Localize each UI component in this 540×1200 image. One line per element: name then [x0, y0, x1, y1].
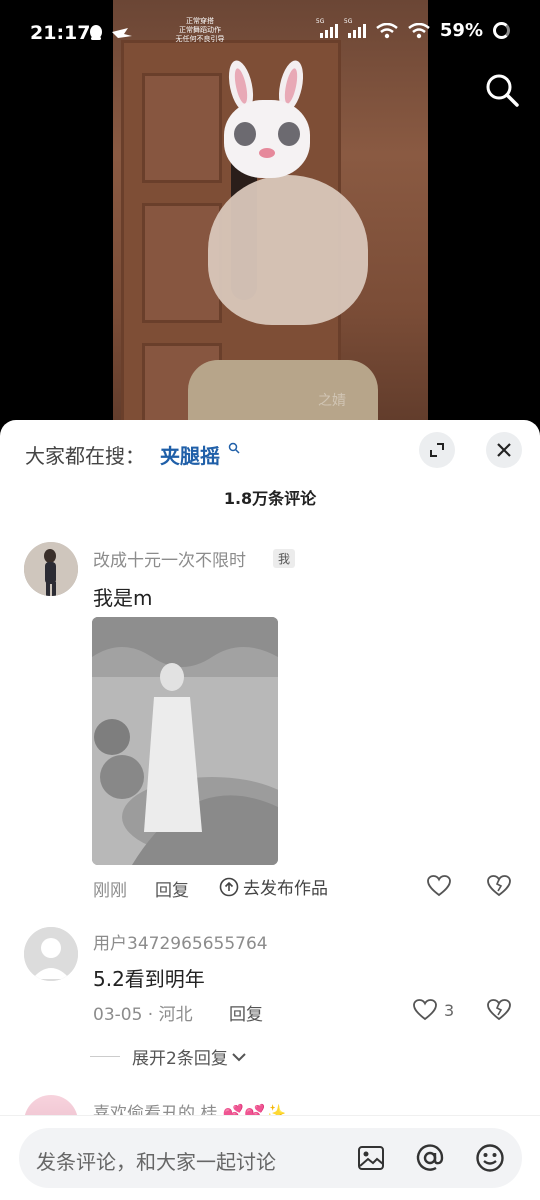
video-watermark: 之婧 — [318, 393, 346, 409]
bunny-mask-sticker — [220, 58, 314, 180]
emoji-smile-icon — [476, 1144, 504, 1172]
heart-icon — [427, 875, 451, 897]
comment-item: 用户3472965655764 5.2看到明年 03-05 · 河北 回复 3 … — [0, 927, 540, 1077]
comment-input[interactable]: 发条评论，和大家一起讨论 — [19, 1128, 522, 1188]
comment-text: 5.2看到明年 — [93, 967, 205, 991]
like-button[interactable]: 3 — [412, 998, 454, 1022]
qq-notification-icon — [90, 25, 132, 40]
panel-header: 大家都在搜： 夹腿摇 — [0, 420, 540, 482]
expand-replies-button[interactable]: 展开2条回复 — [90, 1044, 246, 1069]
comment-item: 改成十元一次不限时 我 我是m 刚刚 回复 去发布作品 — [0, 542, 540, 912]
chevron-down-icon — [232, 1052, 246, 1061]
search-term-icon — [228, 442, 240, 457]
close-icon — [497, 443, 511, 457]
comment-input-placeholder: 发条评论，和大家一起讨论 — [36, 1150, 276, 1174]
comment-username[interactable]: 改成十元一次不限时 — [93, 546, 246, 571]
publish-work-button[interactable]: 去发布作品 — [219, 874, 328, 899]
search-icon — [486, 74, 519, 107]
dislike-button[interactable] — [486, 998, 512, 1026]
reply-button[interactable]: 回复 — [155, 876, 189, 901]
video-frame: 之婧 — [113, 0, 428, 440]
wifi-1-icon — [376, 22, 398, 38]
like-count: 3 — [444, 1000, 455, 1020]
broken-heart-icon — [487, 875, 511, 897]
comment-image[interactable] — [92, 617, 278, 865]
image-picker-button[interactable] — [355, 1142, 387, 1174]
comment-count: 1.8万条评论 — [223, 489, 317, 508]
expand-panel-button[interactable] — [419, 432, 455, 468]
comments-panel: 大家都在搜： 夹腿摇 1.8万条评论 改成十元一次不限时 我 我是m 刚刚 回复… — [0, 420, 540, 1200]
like-button[interactable] — [426, 874, 452, 898]
trending-search-term[interactable]: 夹腿摇 — [160, 440, 220, 469]
upload-circle-icon — [219, 877, 239, 896]
close-panel-button[interactable] — [486, 432, 522, 468]
expand-icon — [430, 443, 444, 457]
signal-2-icon: 5G — [344, 18, 366, 38]
dislike-button[interactable] — [486, 874, 512, 902]
image-icon — [358, 1146, 384, 1170]
status-right: 5G 5G 59% — [316, 18, 510, 41]
emoji-button[interactable] — [474, 1142, 506, 1174]
avatar[interactable] — [24, 927, 78, 981]
wifi-2-icon — [408, 22, 430, 38]
at-icon — [416, 1144, 444, 1171]
dancer-figure — [208, 175, 368, 325]
search-button[interactable] — [482, 70, 522, 110]
comment-text: 我是m — [93, 586, 153, 610]
comment-input-bar: 发条评论，和大家一起讨论 — [0, 1115, 540, 1200]
content-notice: 正常穿搭 正常舞蹈动作 无任何不良引导 — [175, 17, 225, 43]
video-player[interactable]: 之婧 21:17 正常穿搭 正常舞蹈动作 无任何不良引导 5G 5G 59% — [0, 0, 540, 440]
reply-button[interactable]: 回复 — [229, 1000, 263, 1025]
broken-heart-icon — [487, 999, 511, 1021]
comment-username[interactable]: 用户3472965655764 — [93, 929, 268, 954]
heart-icon — [413, 999, 437, 1021]
battery-icon — [493, 22, 510, 39]
default-avatar-icon — [24, 927, 78, 981]
mention-button[interactable] — [414, 1142, 446, 1174]
status-bar: 21:17 正常穿搭 正常舞蹈动作 无任何不良引导 5G 5G 59% — [0, 0, 540, 66]
battery-percent: 59% — [439, 20, 483, 41]
comment-time-location: 03-05 · 河北 — [93, 1005, 193, 1025]
status-time: 21:17 — [30, 22, 91, 44]
avatar[interactable] — [24, 542, 78, 596]
comment-time: 刚刚 — [93, 881, 127, 901]
me-tag: 我 — [273, 549, 296, 568]
notification-icons — [88, 24, 144, 46]
signal-1-icon: 5G — [316, 18, 338, 38]
trending-search-label: 大家都在搜： — [25, 444, 145, 468]
